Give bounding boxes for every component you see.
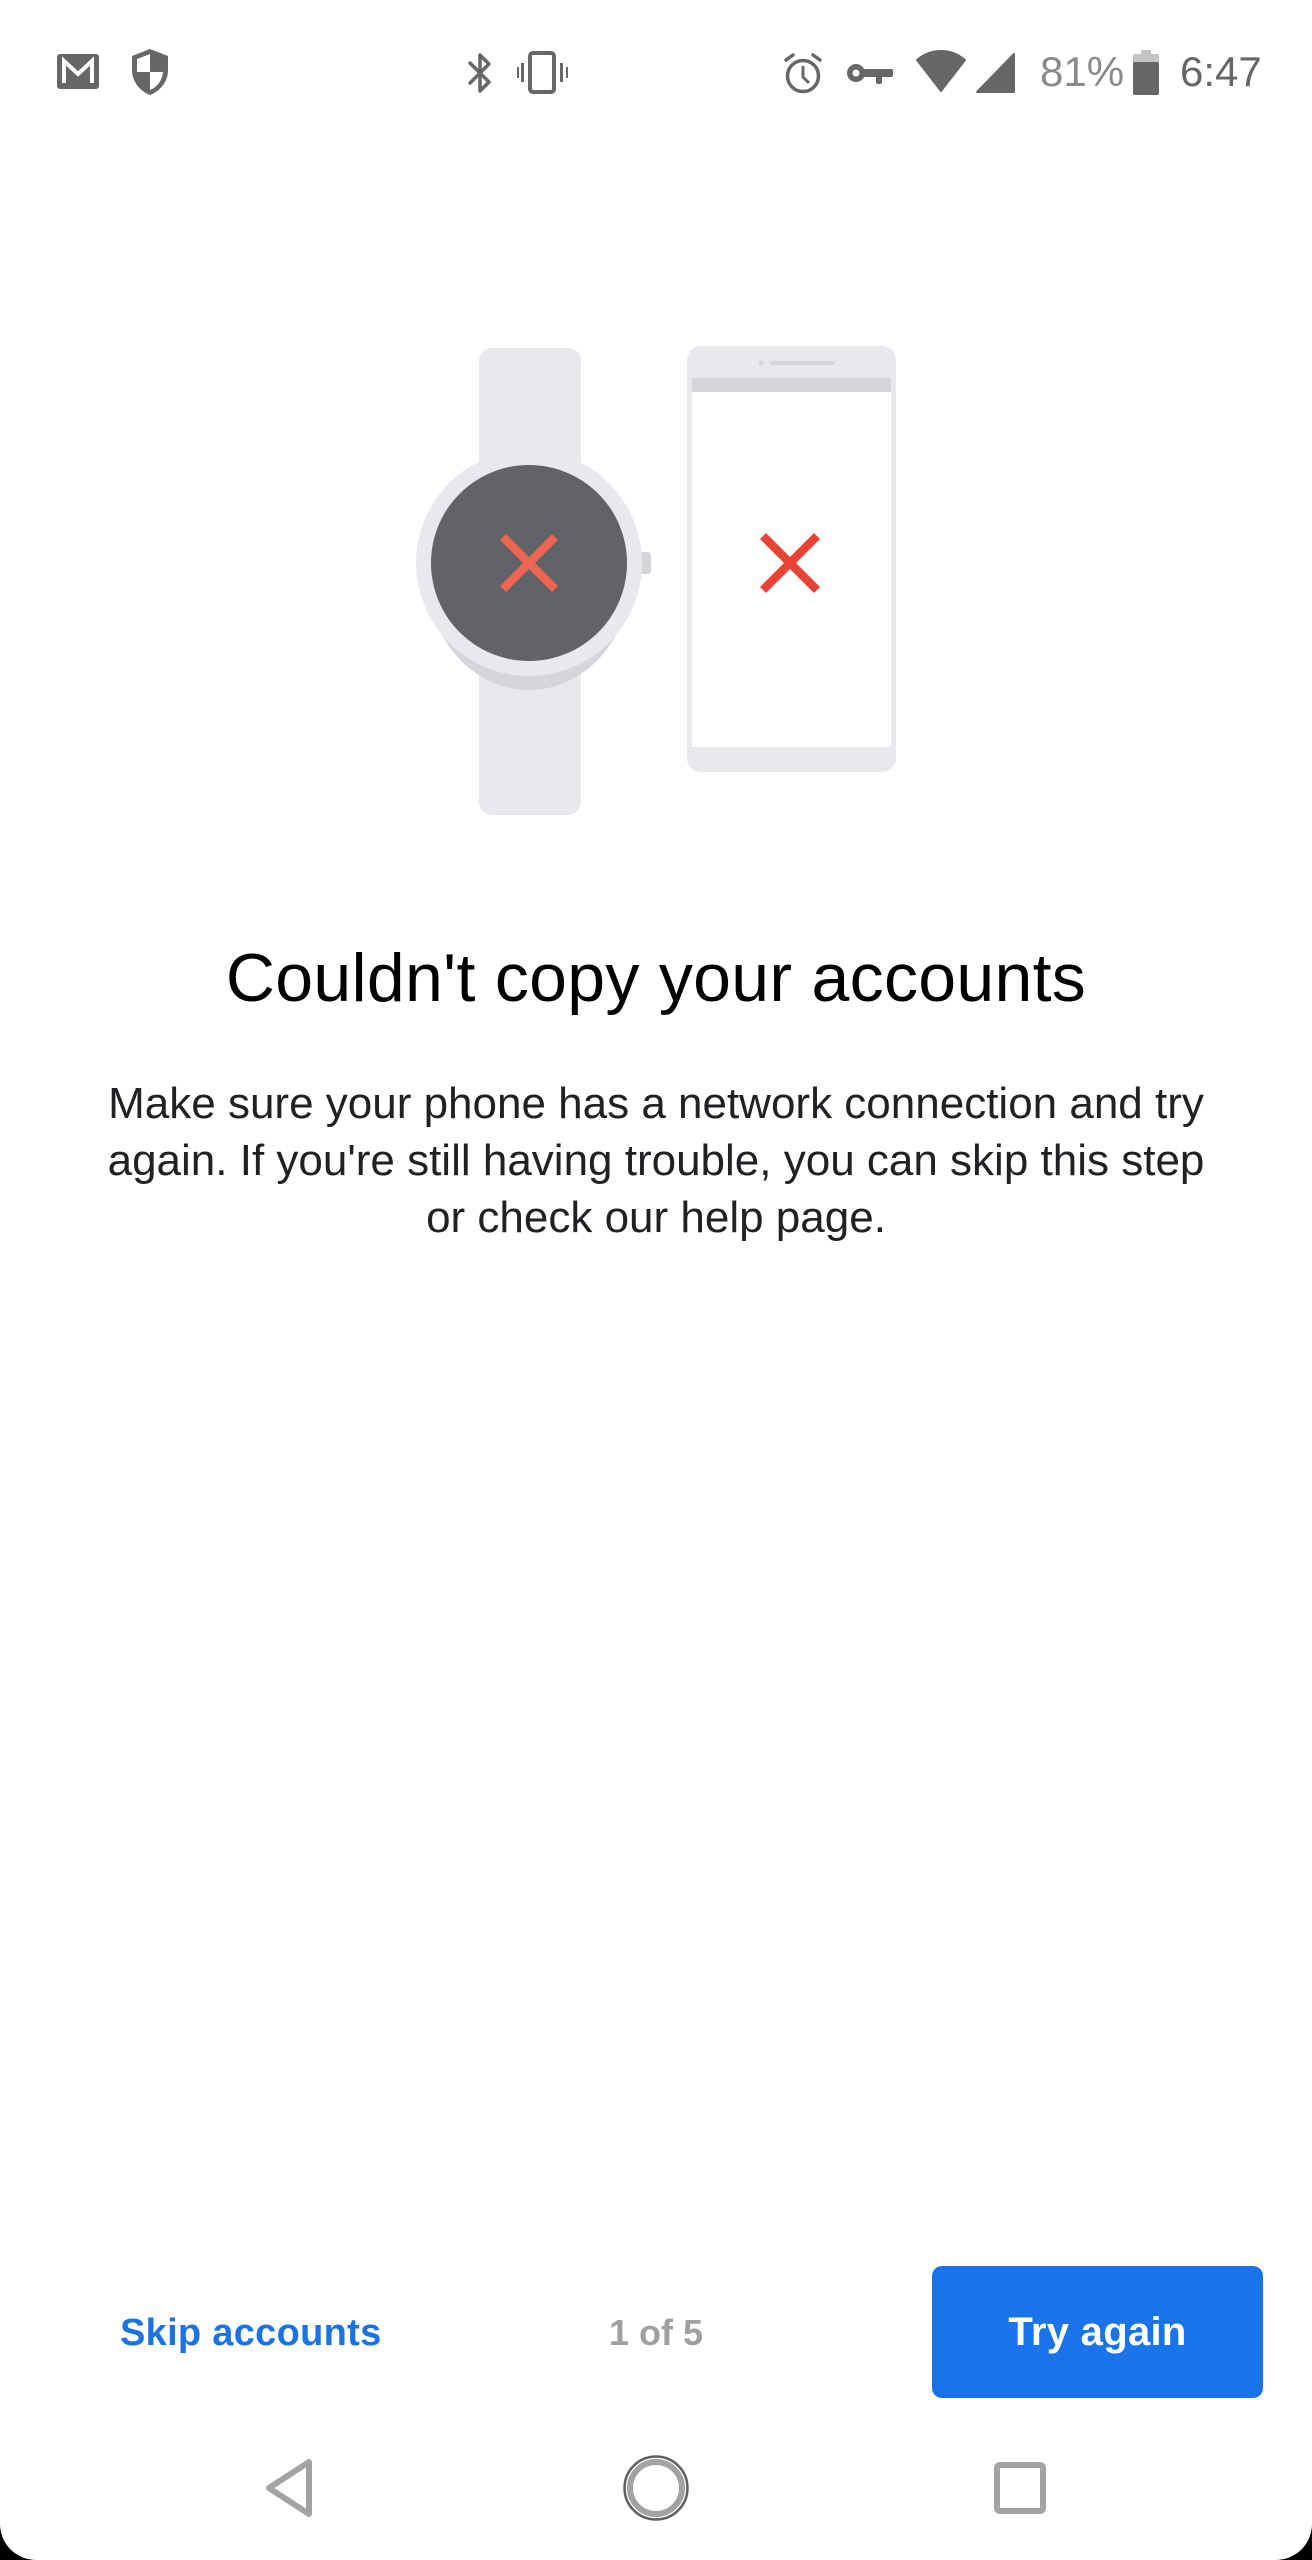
description-line: or check our help page. xyxy=(426,1193,886,1242)
navigation-bar xyxy=(0,2420,1312,2560)
try-again-label: Try again xyxy=(1008,2309,1187,2354)
phone-speaker xyxy=(770,361,834,365)
home-icon xyxy=(623,2455,689,2521)
phone-status-strip xyxy=(692,378,891,392)
description: Make sure your phone has a network conne… xyxy=(40,1075,1272,1246)
home-button[interactable] xyxy=(601,2438,711,2538)
phone-illustration xyxy=(687,346,896,772)
watch-illustration xyxy=(416,348,651,815)
back-button[interactable] xyxy=(235,2438,345,2538)
page-title: Couldn't copy your accounts xyxy=(225,940,1087,1016)
description-line: Make sure your phone has a network conne… xyxy=(108,1079,1204,1128)
setup-screen: 81% 6:47 Couldn't copy your accounts Mak… xyxy=(0,0,1312,2560)
skip-accounts-button[interactable]: Skip accounts xyxy=(96,2283,406,2383)
description-line: again. If you're still having trouble, y… xyxy=(107,1136,1205,1185)
try-again-button[interactable]: Try again xyxy=(932,2266,1263,2398)
step-indicator: 1 of 5 xyxy=(608,2312,704,2353)
phone-camera xyxy=(758,360,764,366)
recents-icon xyxy=(994,2462,1046,2514)
recents-button[interactable] xyxy=(965,2438,1075,2538)
back-icon xyxy=(266,2459,312,2517)
error-illustration xyxy=(416,346,896,815)
